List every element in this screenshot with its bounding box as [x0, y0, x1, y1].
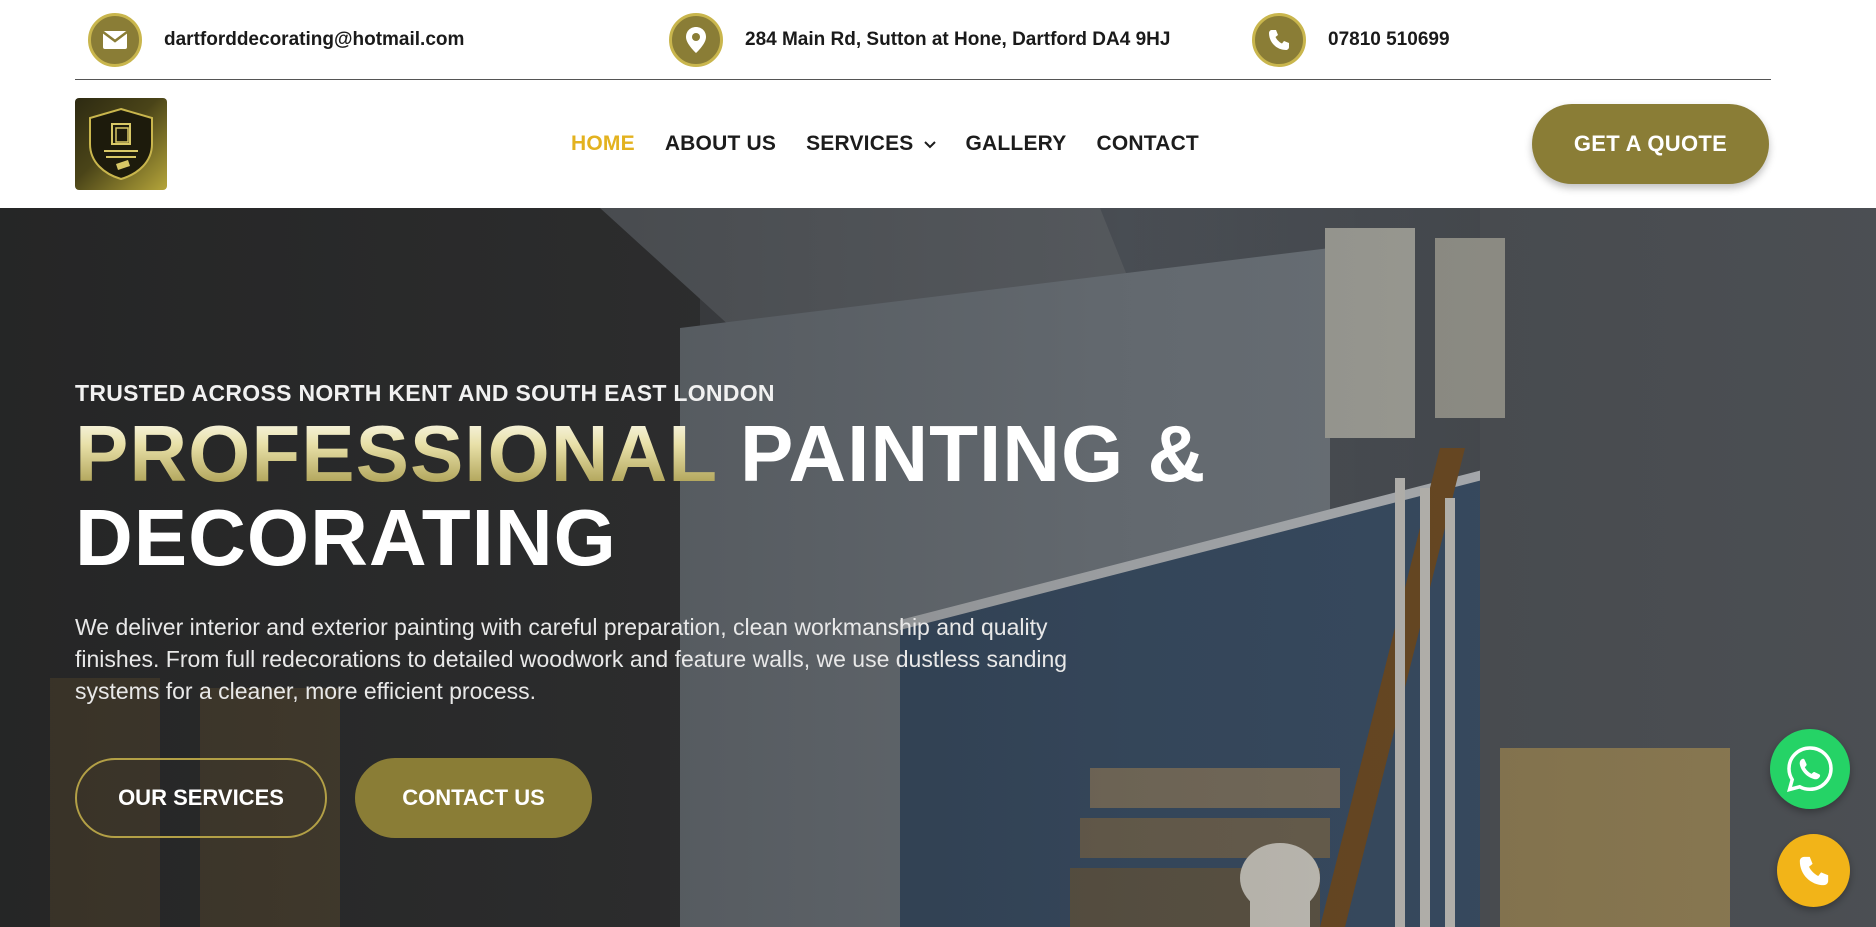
address-text: 284 Main Rd, Sutton at Hone, Dartford DA… [745, 29, 1171, 50]
contact-address[interactable]: 284 Main Rd, Sutton at Hone, Dartford DA… [669, 13, 1170, 67]
nav-services-label: SERVICES [806, 132, 914, 155]
contact-us-button[interactable]: CONTACT US [355, 758, 592, 838]
email-text: dartforddecorating@hotmail.com [164, 29, 465, 50]
contact-bar: dartforddecorating@hotmail.com 284 Main … [0, 0, 1876, 80]
hero-headline: PROFESSIONAL PAINTING & DECORATING [75, 412, 1275, 580]
nav-contact[interactable]: CONTACT [1096, 132, 1199, 156]
shield-logo-icon [89, 107, 153, 181]
main-header: HOME ABOUT US SERVICES GALLERY CONTACT G… [0, 80, 1876, 208]
our-services-button[interactable]: OUR SERVICES [75, 758, 327, 838]
headline-part-1: PAINTING & [716, 409, 1207, 498]
contact-email[interactable]: dartforddecorating@hotmail.com [88, 13, 464, 67]
hero-section: TRUSTED ACROSS NORTH KENT AND SOUTH EAST… [0, 208, 1876, 927]
get-a-quote-button[interactable]: GET A QUOTE [1532, 104, 1769, 184]
nav-gallery[interactable]: GALLERY [966, 132, 1067, 156]
main-nav: HOME ABOUT US SERVICES GALLERY CONTACT [571, 80, 1229, 208]
phone-icon [1799, 856, 1828, 885]
hero-description: We deliver interior and exterior paintin… [75, 614, 1068, 704]
map-pin-icon [669, 13, 723, 67]
company-logo[interactable] [75, 98, 167, 190]
envelope-icon [88, 13, 142, 67]
headline-highlight: PROFESSIONAL [75, 409, 717, 498]
hero-eyebrow: TRUSTED ACROSS NORTH KENT AND SOUTH EAST… [75, 380, 775, 406]
nav-about-us[interactable]: ABOUT US [665, 132, 776, 156]
phone-text: 07810 510699 [1328, 29, 1450, 50]
nav-home[interactable]: HOME [571, 132, 635, 156]
nav-services[interactable]: SERVICES [806, 132, 936, 156]
chevron-down-icon [923, 136, 936, 152]
phone-icon [1252, 13, 1306, 67]
call-button[interactable] [1777, 834, 1850, 907]
headline-part-2: DECORATING [75, 493, 617, 582]
whatsapp-button[interactable] [1770, 729, 1850, 809]
whatsapp-icon [1787, 746, 1833, 792]
contact-phone[interactable]: 07810 510699 [1252, 13, 1450, 67]
